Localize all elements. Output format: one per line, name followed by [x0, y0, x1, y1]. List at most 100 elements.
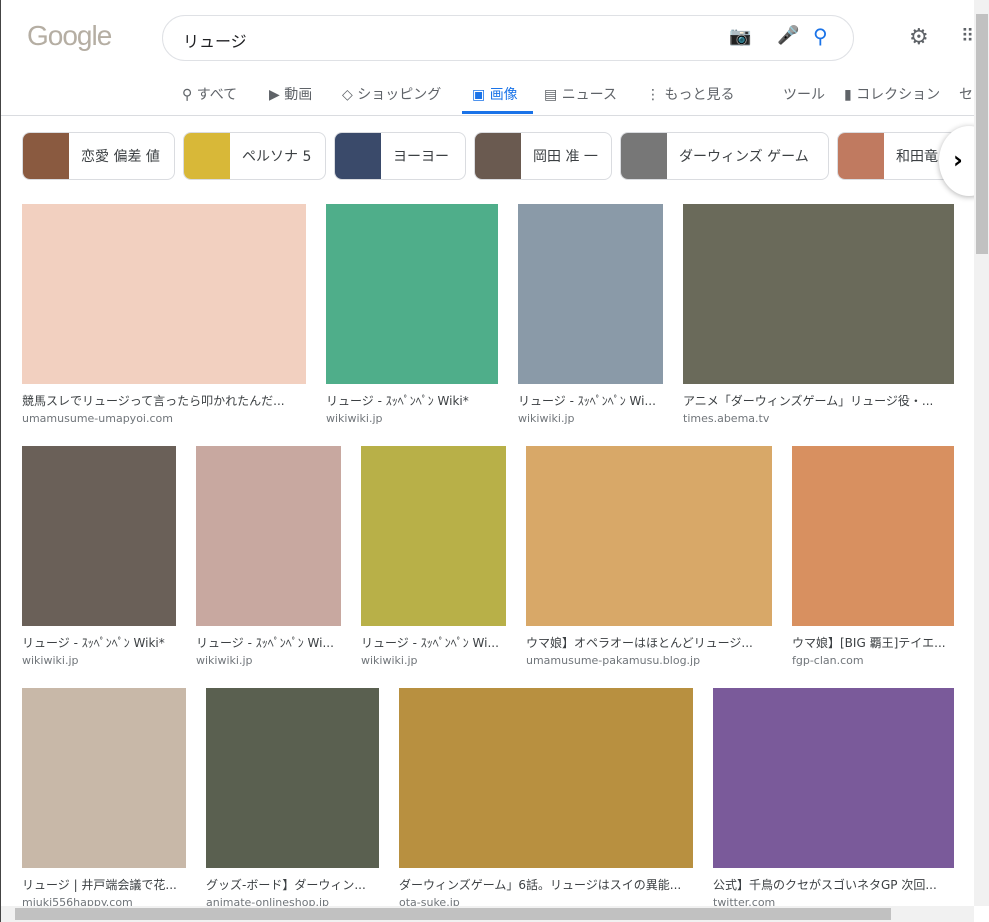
result-title[interactable]: リュージ - ｽｯﾍﾟﾝﾍﾟﾝ Wi...: [518, 392, 663, 409]
chip-label: 和田竜: [896, 149, 938, 165]
divider: [1, 115, 974, 116]
tab-label: 動画: [284, 87, 313, 103]
result-thumbnail[interactable]: [22, 446, 176, 626]
image-result[interactable]: リュージ - ｽｯﾍﾟﾝﾍﾟﾝ Wi... wikiwiki.jp: [361, 446, 506, 667]
chip-label: ダーウィンズ ゲーム: [679, 149, 809, 165]
microphone-icon[interactable]: 🎤: [777, 25, 799, 46]
tab-label: ニュース: [561, 87, 617, 103]
chip-thumbnail: [184, 133, 230, 179]
tools-button[interactable]: ツール: [783, 84, 825, 104]
settings-gear-icon[interactable]: ⚙: [909, 25, 929, 50]
image-result[interactable]: リュージ - ｽｯﾍﾟﾝﾍﾟﾝ Wi... wikiwiki.jp: [196, 446, 341, 667]
chip-thumbnail: [621, 133, 667, 179]
result-thumbnail[interactable]: [518, 204, 663, 384]
result-thumbnail[interactable]: [22, 688, 186, 868]
vertical-scrollbar-thumb[interactable]: [976, 14, 988, 254]
image-result[interactable]: リュージ - ｽｯﾍﾟﾝﾍﾟﾝ Wi... wikiwiki.jp: [518, 204, 663, 425]
result-thumbnail[interactable]: [683, 204, 954, 384]
chip-label: 岡田 准 一: [533, 149, 598, 165]
chip-thumbnail: [335, 133, 381, 179]
result-thumbnail[interactable]: [196, 446, 341, 626]
image-icon: ▣: [472, 87, 486, 103]
result-title[interactable]: グッズ-ボード】ダーウィン...: [206, 876, 379, 893]
google-logo[interactable]: Google: [27, 20, 112, 52]
result-source: wikiwiki.jp: [196, 654, 253, 667]
result-source: times.abema.tv: [683, 412, 770, 425]
tab-2[interactable]: ◇ ショッピング: [342, 84, 441, 104]
result-title[interactable]: 競馬スレでリュージって言ったら叩かれたんだ...: [22, 392, 306, 409]
image-result[interactable]: ウマ娘】オペラオーはほとんどリュージ... umamusume-pakamusu…: [526, 446, 772, 667]
play-icon: ▶: [269, 87, 280, 103]
result-source: umamusume-umapyoi.com: [22, 412, 173, 425]
tab-5[interactable]: ⋮ もっと見る: [646, 84, 734, 104]
result-thumbnail[interactable]: [399, 688, 693, 868]
chip-thumbnail: [475, 133, 521, 179]
related-search-chip[interactable]: 恋愛 偏差 値: [22, 132, 175, 180]
tab-1[interactable]: ▶ 動画: [269, 84, 312, 104]
related-search-chip[interactable]: 岡田 准 一: [474, 132, 612, 180]
result-thumbnail[interactable]: [713, 688, 954, 868]
image-result[interactable]: ウマ娘】[BIG 覇王]テイエ... fgp-clan.com: [792, 446, 954, 667]
news-icon: ▤: [544, 87, 558, 103]
tab-label: ショッピング: [357, 87, 442, 103]
horizontal-scrollbar-thumb[interactable]: [15, 908, 891, 920]
collection-button[interactable]: ▮ コレクション: [844, 84, 940, 104]
tab-label: すべて: [196, 87, 238, 103]
result-thumbnail[interactable]: [22, 204, 306, 384]
tab-3[interactable]: ▣ 画像: [472, 84, 518, 104]
image-result[interactable]: アニメ「ダーウィンズゲーム」リュージ役・... times.abema.tv: [683, 204, 954, 425]
collection-label: コレクション: [856, 87, 941, 103]
apps-grid-icon[interactable]: ⠿: [961, 26, 974, 47]
chip-label: 恋愛 偏差 値: [81, 149, 160, 165]
result-title[interactable]: リュージ | 井戸端会議で花...: [22, 876, 186, 893]
result-source: umamusume-pakamusu.blog.jp: [526, 654, 701, 667]
active-tab-indicator: [462, 111, 533, 114]
chip-label: ヨーヨー: [393, 149, 449, 165]
tag-icon: ◇: [342, 87, 353, 103]
image-result[interactable]: リュージ | 井戸端会議で花... miuki556happy.com: [22, 688, 186, 909]
result-thumbnail[interactable]: [326, 204, 498, 384]
tab-4[interactable]: ▤ ニュース: [544, 84, 617, 104]
result-source: wikiwiki.jp: [361, 654, 418, 667]
tab-label: もっと見る: [664, 87, 735, 103]
safesearch-button[interactable]: セ: [959, 84, 973, 104]
image-result[interactable]: リュージ - ｽｯﾍﾟﾝﾍﾟﾝ Wiki* wikiwiki.jp: [22, 446, 176, 667]
tab-label: 画像: [489, 87, 518, 103]
image-result[interactable]: グッズ-ボード】ダーウィン... animate-onlineshop.jp: [206, 688, 379, 909]
result-source: wikiwiki.jp: [518, 412, 575, 425]
result-title[interactable]: 公式】千鳥のクセがスゴいネタGP 次回...: [713, 876, 954, 893]
image-result[interactable]: リュージ - ｽｯﾍﾟﾝﾍﾟﾝ Wiki* wikiwiki.jp: [326, 204, 498, 425]
result-title[interactable]: リュージ - ｽｯﾍﾟﾝﾍﾟﾝ Wiki*: [22, 634, 176, 651]
chip-label: ペルソナ 5: [242, 149, 312, 165]
image-result[interactable]: 公式】千鳥のクセがスゴいネタGP 次回... twitter.com: [713, 688, 954, 909]
tab-0[interactable]: ⚲ すべて: [182, 84, 237, 104]
result-thumbnail[interactable]: [526, 446, 772, 626]
more-icon: ⋮: [646, 87, 660, 103]
search-icon[interactable]: ⚲: [813, 24, 828, 48]
result-title[interactable]: リュージ - ｽｯﾍﾟﾝﾍﾟﾝ Wiki*: [326, 392, 498, 409]
related-search-chip[interactable]: ペルソナ 5: [183, 132, 326, 180]
camera-icon[interactable]: 📷: [729, 26, 751, 47]
bookmark-icon: ▮: [844, 87, 852, 103]
search-input[interactable]: リュージ: [183, 28, 247, 52]
result-thumbnail[interactable]: [206, 688, 379, 868]
chip-thumbnail: [838, 133, 884, 179]
search-icon: ⚲: [182, 87, 193, 103]
image-result[interactable]: ダーウィンズゲーム」6話。リュージはスイの異能... ota-suke.jp: [399, 688, 693, 909]
result-title[interactable]: ダーウィンズゲーム」6話。リュージはスイの異能...: [399, 876, 693, 893]
result-thumbnail[interactable]: [361, 446, 506, 626]
related-search-chip[interactable]: ヨーヨー: [334, 132, 466, 180]
result-source: wikiwiki.jp: [22, 654, 79, 667]
result-title[interactable]: ウマ娘】[BIG 覇王]テイエ...: [792, 634, 954, 651]
result-title[interactable]: アニメ「ダーウィンズゲーム」リュージ役・...: [683, 392, 954, 409]
result-title[interactable]: リュージ - ｽｯﾍﾟﾝﾍﾟﾝ Wi...: [361, 634, 506, 651]
search-box[interactable]: リュージ 📷 🎤 ⚲: [162, 15, 854, 61]
image-result[interactable]: 競馬スレでリュージって言ったら叩かれたんだ... umamusume-umapy…: [22, 204, 306, 425]
result-source: fgp-clan.com: [792, 654, 864, 667]
related-search-chip[interactable]: ダーウィンズ ゲーム: [620, 132, 829, 180]
result-source: wikiwiki.jp: [326, 412, 383, 425]
result-thumbnail[interactable]: [792, 446, 954, 626]
chip-thumbnail: [23, 133, 69, 179]
result-title[interactable]: リュージ - ｽｯﾍﾟﾝﾍﾟﾝ Wi...: [196, 634, 341, 651]
result-title[interactable]: ウマ娘】オペラオーはほとんどリュージ...: [526, 634, 772, 651]
